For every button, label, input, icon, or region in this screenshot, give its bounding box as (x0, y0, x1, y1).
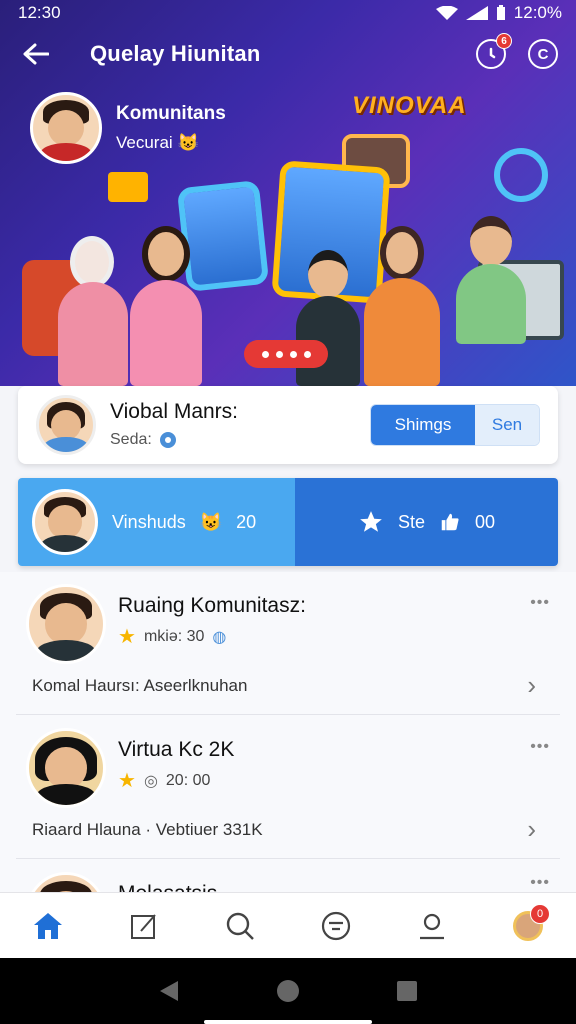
hero-brand-text: VINOVAA (352, 92, 467, 119)
status-battery: 12:0% (513, 3, 562, 22)
star-icon (360, 511, 382, 532)
stats-right[interactable]: Ste 00 (295, 478, 558, 566)
more-options-button[interactable]: ••• (530, 738, 550, 756)
person-green (456, 216, 528, 386)
chevron-right-icon[interactable]: › (527, 670, 536, 701)
star-icon: ★ (118, 626, 136, 648)
gift-decoration (108, 172, 148, 202)
system-back-icon[interactable] (158, 979, 180, 1003)
status-bar: 12:30 12:0% (0, 0, 576, 26)
status-time: 12:30 (18, 3, 61, 22)
profile-card-sub: Seda: (110, 430, 238, 450)
nav-filter[interactable] (314, 904, 358, 948)
hero-profile-name: Komunitans (116, 103, 226, 124)
search-icon (226, 912, 254, 940)
back-button[interactable] (18, 36, 54, 72)
stats-left[interactable]: Vinshuds 😺 20 (18, 478, 295, 566)
thumbs-up-icon (441, 513, 459, 531)
globe-icon: ◍ (212, 628, 227, 646)
account-badge: 0 (530, 903, 550, 924)
list-item-avatar (26, 872, 106, 892)
wifi-icon (435, 6, 458, 20)
top-app-bar: Quelay Hiunitan 6 C (0, 30, 576, 78)
list-item[interactable]: Melasatsis ••• (0, 860, 576, 892)
person-singer (126, 226, 206, 386)
profile-card-sub-text: Seda: (110, 431, 152, 448)
nav-search[interactable] (218, 904, 262, 948)
ring-decoration (494, 148, 548, 202)
notification-badge: 6 (496, 33, 512, 49)
stats-right-value: 00 (475, 511, 496, 532)
home-icon (34, 912, 62, 939)
notifications-button[interactable]: 6 (476, 33, 512, 69)
profile-card: Viobal Manrs: Seda: Shimgs Sen (18, 386, 558, 464)
filter-icon (321, 911, 351, 940)
list-item-avatar (26, 728, 106, 808)
profile-card-name: Viobal Manrs: (110, 400, 239, 423)
edit-icon (131, 913, 156, 939)
nav-account[interactable]: 0 (506, 903, 550, 948)
list-item[interactable]: Ruaing Komunitasz: ★ mkiə: 30 ◍ ••• Koma… (0, 572, 576, 715)
list-item-title: Virtua Kc 2K (118, 738, 235, 761)
arrow-back-icon (23, 43, 49, 65)
list-item-title: Melasatsis (118, 882, 217, 892)
list-item-meta: ★ ◎ 20: 00 (118, 768, 210, 793)
view-toggle: Shimgs Sen (370, 404, 540, 446)
carousel-indicator[interactable] (244, 340, 328, 368)
nav-home[interactable] (26, 904, 70, 948)
list-item-title: Ruaing Komunitasz: (118, 594, 306, 617)
stats-avatar (32, 489, 98, 555)
more-options-button[interactable]: ••• (530, 594, 550, 612)
chat-bubble-icon (159, 432, 176, 448)
list-item-meta-text: 20: 00 (165, 771, 211, 789)
system-home-icon[interactable] (275, 978, 301, 1004)
stats-right-label: Ste (397, 511, 425, 532)
person-orange (362, 226, 442, 386)
battery-icon (496, 5, 505, 20)
copyright-icon: C (537, 45, 549, 63)
system-recents-icon[interactable] (396, 980, 418, 1002)
stats-left-value: 20 (236, 511, 257, 532)
copyright-button[interactable]: C (528, 39, 558, 69)
bottom-navigation: 0 (0, 892, 576, 958)
list-item[interactable]: Virtua Kc 2K ★ ◎ 20: 00 ••• Riaard Hlaun… (0, 716, 576, 859)
page-title: Quelay Hiunitan (90, 41, 261, 66)
person-hijab (58, 236, 128, 386)
nav-profile[interactable] (410, 904, 454, 948)
profile-card-avatar[interactable] (36, 395, 96, 455)
star-icon: ★ (118, 770, 136, 792)
tab-shimgs[interactable]: Shimgs (371, 405, 475, 445)
chat-icon: ◎ (143, 772, 158, 790)
user-icon (420, 913, 444, 939)
list-item-footer: Komal Haursı: Aseerlknuhan (32, 676, 248, 695)
system-navigation-bar (0, 958, 576, 1024)
stats-card: Vinshuds 😺 20 Ste 00 (18, 478, 558, 566)
signal-icon (465, 6, 488, 20)
list-item-meta-text: mkiə: 30 (143, 627, 205, 645)
list-item-meta: ★ mkiə: 30 ◍ (118, 624, 226, 649)
more-options-button[interactable]: ••• (530, 874, 550, 892)
chevron-right-icon[interactable]: › (527, 814, 536, 845)
reaction-icon: 😺 (199, 511, 223, 532)
list-item-footer: Riaard Hlauna · Vebtiuer 331K (32, 820, 263, 839)
nav-compose[interactable] (122, 904, 166, 948)
tab-sen[interactable]: Sen (475, 405, 539, 445)
list-item-avatar (26, 584, 106, 664)
community-hero: 12:30 12:0% Quelay Hiunitan 6 C Komunita… (0, 0, 576, 386)
stats-left-label: Vinshuds (112, 511, 186, 532)
timer-icon (489, 47, 496, 59)
gesture-bar (204, 1020, 372, 1024)
community-list: Ruaing Komunitasz: ★ mkiə: 30 ◍ ••• Koma… (0, 572, 576, 892)
